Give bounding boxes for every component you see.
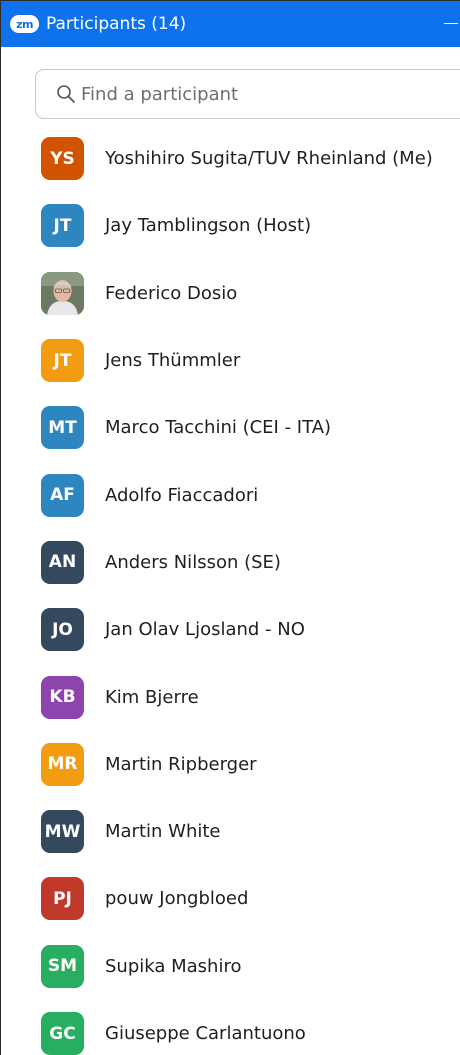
participant-row[interactable]: AN Anders Nilsson (SE) xyxy=(1,529,460,596)
avatar-initials: AN xyxy=(48,552,77,573)
participant-name: Yoshihiro Sugita/TUV Rheinland (Me) xyxy=(105,148,433,170)
participant-list: YS Yoshihiro Sugita/TUV Rheinland (Me) JT J… xyxy=(1,125,460,1055)
title-bar: zm Participants (14) xyxy=(1,1,460,47)
participant-avatar: AN xyxy=(41,540,84,584)
avatar-initials: MT xyxy=(48,417,77,438)
participant-row[interactable]: JT Jens Thümmler xyxy=(1,327,460,394)
participant-name: Jan Olav Ljosland - NO xyxy=(105,619,305,641)
participant-row[interactable]: MW Martin White xyxy=(1,798,460,865)
participant-row[interactable]: PJ pouw Jongbloed xyxy=(1,865,460,932)
participant-name: Marco Tacchini (CEI - ITA) xyxy=(105,417,332,439)
participant-row[interactable]: KB Kim Bjerre xyxy=(1,663,460,730)
participant-name: pouw Jongbloed xyxy=(105,888,249,910)
avatar-initials: MW xyxy=(44,821,81,842)
minimize-button[interactable] xyxy=(438,10,460,34)
participant-row[interactable]: YS Yoshihiro Sugita/TUV Rheinland (Me) xyxy=(1,125,460,192)
participant-photo-avatar xyxy=(41,271,84,315)
avatar-initials: GC xyxy=(49,1023,76,1044)
participant-name: Martin White xyxy=(105,821,221,843)
participant-avatar: AF xyxy=(41,473,84,517)
participant-name: Jay Tamblingson (Host) xyxy=(105,215,312,237)
participants-window: zm Participants (14) YS Yoshihiro Sugita/… xyxy=(0,0,460,1055)
participant-row[interactable]: MR Martin Ripberger xyxy=(1,731,460,798)
panel-title: Participants (14) xyxy=(46,14,187,34)
participant-row[interactable]: SM Supika Mashiro xyxy=(1,933,460,1000)
avatar-initials: MR xyxy=(47,754,78,775)
participant-row[interactable]: AF Adolfo Fiaccadori xyxy=(1,461,460,528)
person-photo-icon xyxy=(41,271,84,315)
search-input[interactable] xyxy=(81,83,441,105)
participant-row[interactable]: GC Giuseppe Carlantuono xyxy=(1,1000,460,1055)
avatar-initials: JO xyxy=(52,619,73,640)
participant-avatar: JT xyxy=(41,204,84,248)
participant-avatar: YS xyxy=(41,137,84,181)
zoom-logo-icon: zm xyxy=(10,15,39,33)
participant-avatar: JO xyxy=(41,608,84,652)
search-icon xyxy=(55,83,77,105)
participant-name: Adolfo Fiaccadori xyxy=(105,484,259,506)
avatar-initials: YS xyxy=(50,148,75,169)
avatar-initials: JT xyxy=(53,350,72,371)
participant-name: Anders Nilsson (SE) xyxy=(105,551,281,573)
participant-avatar: MW xyxy=(41,810,84,854)
participant-name: Jens Thümmler xyxy=(105,350,241,372)
search-box[interactable] xyxy=(35,69,460,119)
avatar-initials: KB xyxy=(49,687,76,708)
participant-name: Giuseppe Carlantuono xyxy=(105,1023,306,1044)
participant-avatar: MR xyxy=(41,742,84,786)
participant-avatar: MT xyxy=(41,406,84,450)
participant-row[interactable]: Federico Dosio xyxy=(1,260,460,327)
participant-name: Kim Bjerre xyxy=(105,686,199,708)
participant-row[interactable]: MT Marco Tacchini (CEI - ITA) xyxy=(1,394,460,461)
participant-name: Supika Mashiro xyxy=(105,955,242,977)
participant-row[interactable]: JO Jan Olav Ljosland - NO xyxy=(1,596,460,663)
minimize-icon xyxy=(444,22,458,24)
participant-row[interactable]: JT Jay Tamblingson (Host) xyxy=(1,192,460,259)
participant-name: Martin Ripberger xyxy=(105,753,257,775)
avatar-initials: AF xyxy=(50,485,75,506)
participant-avatar: SM xyxy=(41,944,84,988)
participant-name: Federico Dosio xyxy=(105,282,238,304)
participant-avatar: GC xyxy=(41,1012,84,1055)
avatar-initials: PJ xyxy=(53,888,72,909)
avatar-initials: SM xyxy=(47,956,78,977)
participant-avatar: JT xyxy=(41,339,84,383)
avatar-initials: JT xyxy=(53,215,72,236)
participant-avatar: KB xyxy=(41,675,84,719)
participant-avatar: PJ xyxy=(41,877,84,921)
